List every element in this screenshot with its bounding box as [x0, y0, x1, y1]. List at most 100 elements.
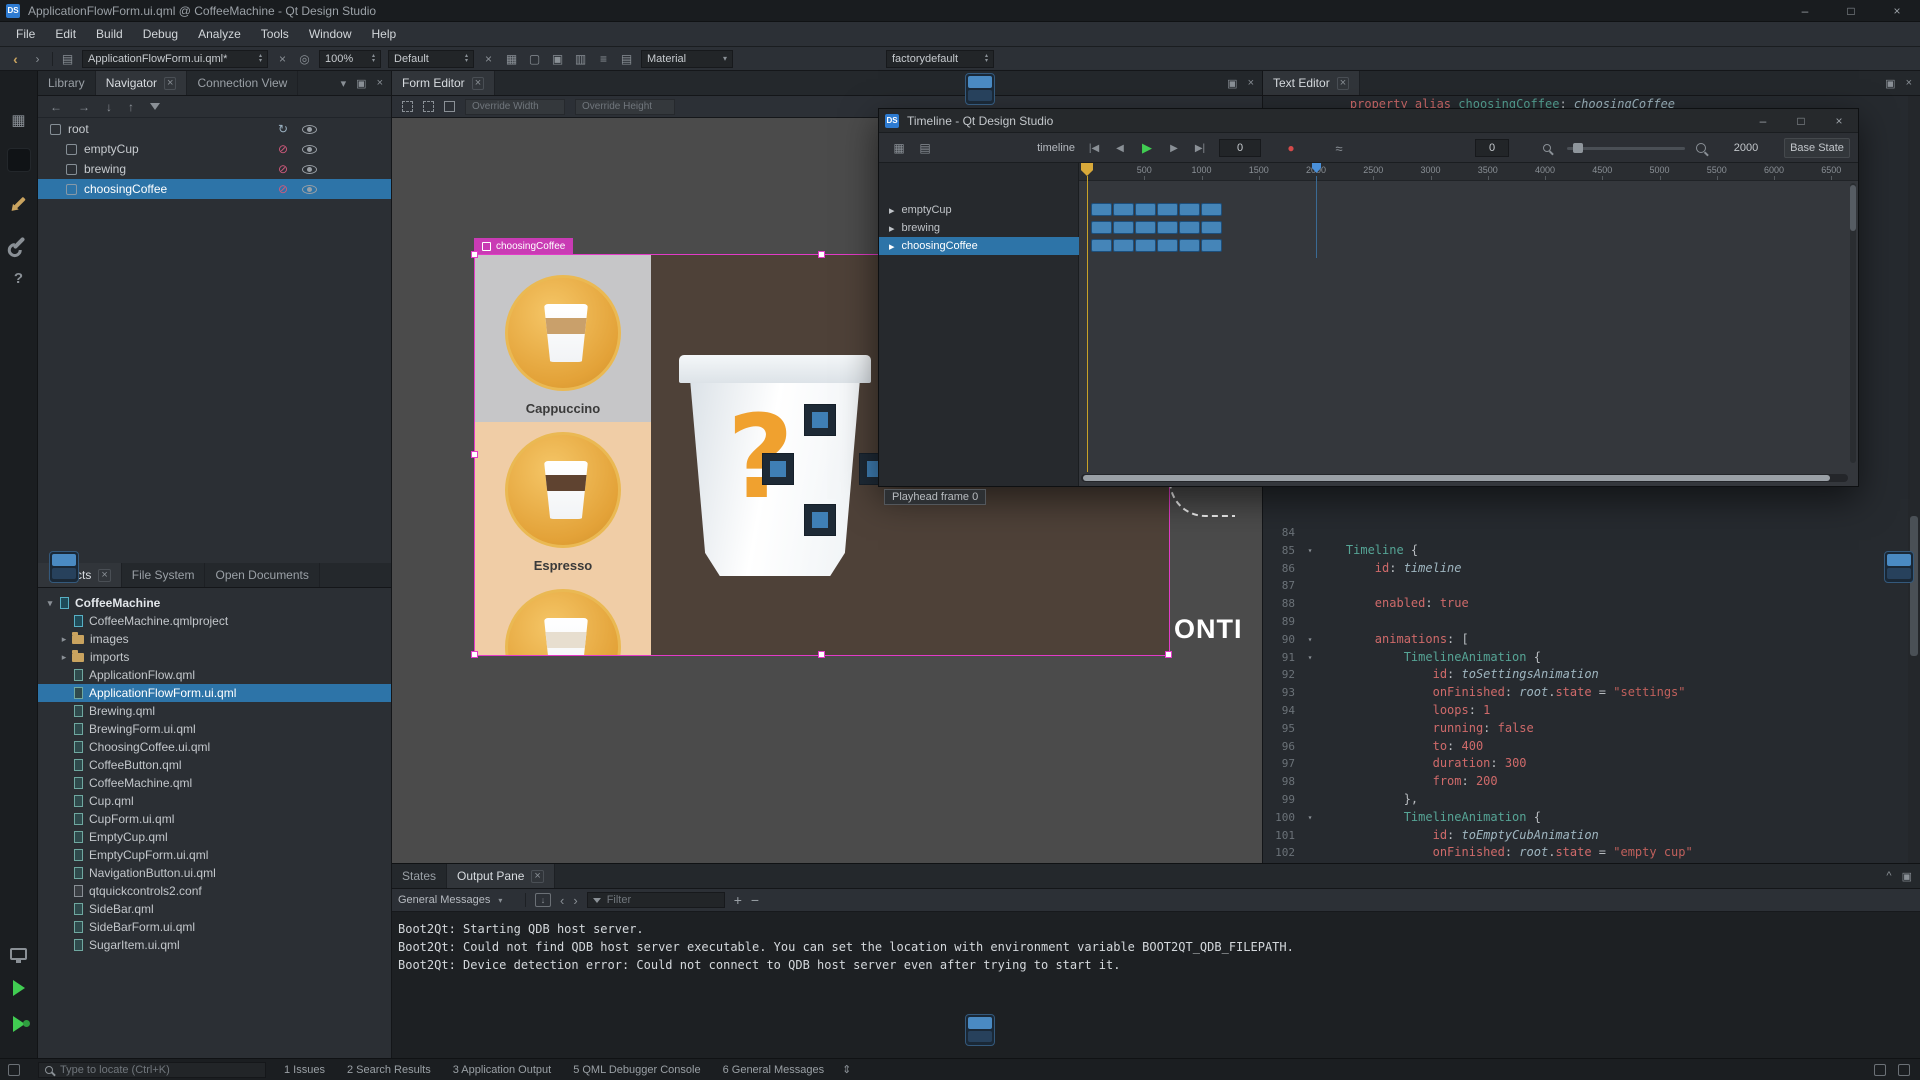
play-icon[interactable]: ▶	[1135, 133, 1159, 163]
project-file-choosingcoffee-ui-qml[interactable]: ChoosingCoffee.ui.qml	[38, 738, 391, 756]
dock-indicator-right[interactable]	[1884, 551, 1914, 583]
project-file-sidebar-qml[interactable]: SideBar.qml	[38, 900, 391, 918]
menu-edit[interactable]: Edit	[45, 27, 86, 41]
navigator-tab-library[interactable]: Library	[38, 71, 96, 95]
keyframe-cell[interactable]	[1135, 203, 1156, 216]
resize-handle[interactable]	[818, 251, 825, 258]
override-width-field[interactable]: Override Width	[465, 99, 565, 115]
jump-to-start-icon[interactable]: |◀	[1083, 133, 1105, 163]
next-frame-icon[interactable]: ▶	[1163, 133, 1185, 163]
target-icon[interactable]: ◎	[297, 52, 312, 66]
keyframe-cell[interactable]	[1113, 221, 1134, 234]
keyframe-cell[interactable]	[1179, 221, 1200, 234]
project-file-coffeebutton-qml[interactable]: CoffeeButton.qml	[38, 756, 391, 774]
keyframe-cell[interactable]	[1113, 203, 1134, 216]
keyframe-area[interactable]: 5001000150020002500300035004000450050005…	[1079, 163, 1858, 486]
spinner-icon[interactable]: ▴▾	[372, 54, 375, 64]
keyframe-cell[interactable]	[1113, 239, 1134, 252]
collapse-pane-icon[interactable]: ^	[1886, 870, 1891, 882]
no-snapping-icon[interactable]	[402, 101, 413, 112]
snap-anchors-icon[interactable]	[423, 101, 434, 112]
menu-debug[interactable]: Debug	[133, 27, 188, 41]
expand-arrow-icon[interactable]: ▾	[42, 598, 58, 609]
jump-to-end-icon[interactable]: ▶|	[1189, 133, 1211, 163]
status-view-5-qml-debugger-console[interactable]: 5 QML Debugger Console	[573, 1064, 700, 1076]
navigator-item-choosingcoffee[interactable]: choosingCoffee⊘	[38, 179, 391, 199]
style-selector[interactable]: Default ▴▾	[388, 50, 474, 68]
project-file-images[interactable]: ▸images	[38, 630, 391, 648]
maximize-button[interactable]: □	[1782, 109, 1820, 132]
move-down-icon[interactable]: ↓	[106, 100, 112, 114]
resize-handle[interactable]	[471, 251, 478, 258]
menu-file[interactable]: File	[6, 27, 45, 41]
expand-arrow-icon[interactable]: ▸	[889, 222, 895, 235]
output-filter-input[interactable]: Filter	[587, 892, 725, 908]
menu-analyze[interactable]: Analyze	[188, 27, 251, 41]
project-file-applicationflow-qml[interactable]: ApplicationFlow.qml	[38, 666, 391, 684]
coffee-option-circle-cappuccino[interactable]	[505, 275, 621, 391]
editor-tool-icon-6[interactable]: ▤	[619, 52, 634, 66]
project-file-coffeemachine[interactable]: ▾CoffeeMachine	[38, 594, 391, 612]
keyframe-bar-brewing[interactable]	[1091, 221, 1222, 234]
output-tab-states[interactable]: States	[392, 864, 447, 888]
output-tab-output-pane[interactable]: Output Pane×	[447, 864, 555, 888]
timeline-track-brewing[interactable]: ▸brewing	[879, 219, 1079, 237]
expand-arrow-icon[interactable]: ▸	[889, 240, 895, 253]
material-selector[interactable]: Material ▾	[641, 50, 733, 68]
close-button[interactable]: ×	[1820, 109, 1858, 132]
coffee-option-circle-espresso[interactable]	[505, 432, 621, 548]
fold-marker-icon[interactable]: ▾	[1303, 809, 1317, 827]
output-panes-menu-icon[interactable]: ⇕	[842, 1063, 851, 1076]
no-export-icon[interactable]: ⊘	[278, 182, 288, 196]
project-file-cup-qml[interactable]: Cup.qml	[38, 792, 391, 810]
editor-tool-icon-4[interactable]: ▥	[573, 52, 588, 66]
nav-forward-icon[interactable]: →	[78, 100, 90, 114]
keyframe-cell[interactable]	[1135, 221, 1156, 234]
visibility-eye-icon[interactable]	[302, 185, 317, 194]
fold-marker-icon[interactable]: ▾	[1303, 631, 1317, 649]
resize-handle[interactable]	[818, 651, 825, 658]
edit-mode-icon[interactable]	[7, 148, 31, 172]
close-icon[interactable]: ×	[98, 569, 110, 582]
no-export-icon[interactable]: ⊘	[278, 142, 288, 156]
current-frame-field[interactable]: 0	[1219, 133, 1261, 163]
keyframe-cell[interactable]	[1091, 203, 1112, 216]
editor-tool-icon-2[interactable]: ▢	[527, 52, 542, 66]
menu-tools[interactable]: Tools	[251, 27, 299, 41]
keyframe-cell[interactable]	[1201, 239, 1222, 252]
prev-item-icon[interactable]: ‹	[560, 893, 564, 908]
spinner-icon[interactable]: ▴▾	[985, 54, 988, 64]
tab-text-editor[interactable]: Text Editor ×	[1263, 71, 1360, 95]
timeline-horizontal-scrollbar[interactable]	[1081, 474, 1848, 482]
keyframe-cell[interactable]	[1091, 221, 1112, 234]
timeline-settings-icon[interactable]: ▦	[889, 133, 909, 163]
timeline-track-emptycup[interactable]: ▸emptyCup	[879, 201, 1079, 219]
close-document-icon[interactable]: ×	[275, 52, 290, 66]
close-button[interactable]: ×	[1874, 0, 1920, 21]
save-log-icon[interactable]: ↓	[535, 893, 551, 907]
editor-scrollbar[interactable]	[1908, 96, 1920, 863]
document-icon[interactable]: ▤	[60, 52, 75, 66]
project-file-emptycup-qml[interactable]: EmptyCup.qml	[38, 828, 391, 846]
editor-tool-icon-0[interactable]: ×	[481, 52, 496, 66]
navigator-item-root[interactable]: root↻	[38, 119, 391, 139]
resize-handle[interactable]	[471, 451, 478, 458]
close-icon[interactable]: ×	[164, 77, 176, 90]
curve-editor-icon[interactable]: ≈	[1327, 133, 1351, 163]
projects-wrench-icon[interactable]	[12, 235, 26, 251]
keyframe-cell[interactable]	[1157, 203, 1178, 216]
project-file-navigationbutton-ui-qml[interactable]: NavigationButton.ui.qml	[38, 864, 391, 882]
fold-marker-icon[interactable]: ▾	[1303, 542, 1317, 560]
navigator-item-brewing[interactable]: brewing⊘	[38, 159, 391, 179]
navigator-item-emptycup[interactable]: emptyCup⊘	[38, 139, 391, 159]
navigator-tab-connection-view[interactable]: Connection View	[187, 71, 298, 95]
keyframe-bar-choosingcoffee[interactable]	[1091, 239, 1222, 252]
project-file-imports[interactable]: ▸imports	[38, 648, 391, 666]
progress-icon[interactable]	[8, 1064, 20, 1076]
kit-device-icon[interactable]	[10, 948, 27, 960]
status-view-3-application-output[interactable]: 3 Application Output	[453, 1064, 551, 1076]
editor-tool-icon-3[interactable]: ▣	[550, 52, 565, 66]
project-file-coffeemachine-qml[interactable]: CoffeeMachine.qml	[38, 774, 391, 792]
anchor-left-handle[interactable]	[762, 453, 794, 485]
panel-toggle-icon[interactable]	[1898, 1064, 1910, 1076]
